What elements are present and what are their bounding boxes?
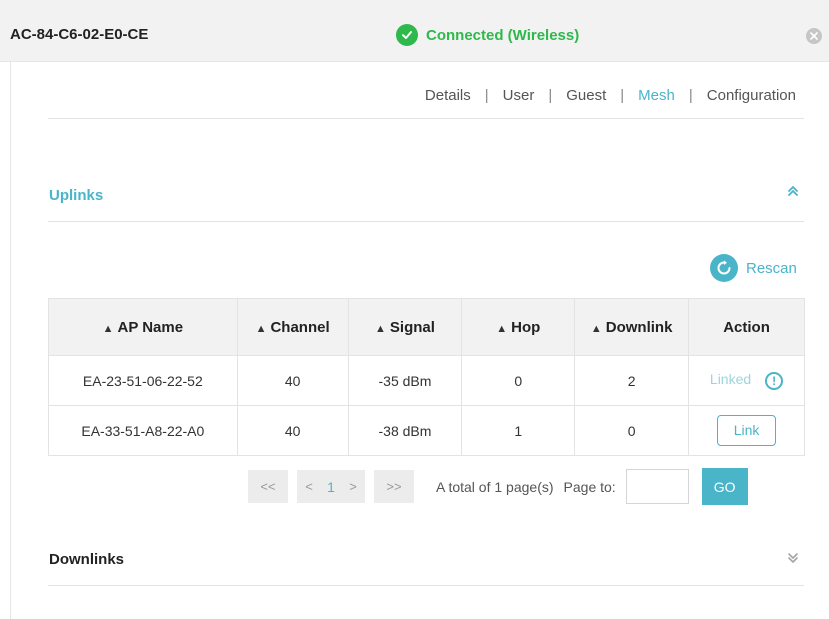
channel-cell: 40 (236, 405, 349, 456)
link-button[interactable]: Link (717, 415, 777, 446)
connection-status-text: Connected (Wireless) (426, 26, 580, 44)
go-button[interactable]: GO (701, 468, 748, 505)
tab-user[interactable]: User (503, 87, 535, 104)
downlinks-title[interactable]: Downlinks (49, 551, 124, 568)
uplinks-title[interactable]: Uplinks (49, 187, 103, 204)
action-cell: Linked! (688, 355, 805, 406)
sort-icon: ▲︎ (255, 322, 267, 335)
tab-details[interactable]: Details (425, 87, 471, 104)
signal-cell: -38 dBm (347, 405, 463, 456)
tab-configuration[interactable]: Configuration (707, 87, 796, 104)
sort-icon: ▲︎ (496, 322, 508, 335)
page-total-text: A total of 1 page(s) (436, 478, 554, 495)
check-circle-icon (396, 24, 418, 46)
current-page-number[interactable]: 1 (321, 479, 341, 495)
pagination: << < 1 > >> A total of 1 page(s) Page to… (248, 468, 748, 505)
page-nav-group: < 1 > (297, 470, 365, 503)
tabs-divider (48, 118, 804, 119)
ap-name-cell: EA-33-51-A8-22-A0 (48, 405, 238, 456)
column-header-hop[interactable]: ▲︎ Hop (461, 298, 576, 356)
sort-icon: ▲︎ (590, 322, 602, 335)
column-header-downlink[interactable]: ▲︎ Downlink (574, 298, 690, 356)
device-name: AC-84-C6-02-E0-CE (10, 26, 149, 43)
column-header-signal[interactable]: ▲︎ Signal (347, 298, 463, 356)
chevron-double-down-icon[interactable] (786, 551, 800, 565)
signal-cell: -35 dBm (347, 355, 463, 406)
downlink-cell: 2 (574, 355, 690, 406)
hop-cell: 1 (461, 405, 576, 456)
column-header-action: Action (688, 298, 805, 356)
tab-mesh[interactable]: Mesh (638, 87, 675, 104)
tab-guest[interactable]: Guest (566, 87, 606, 104)
table-row: EA-23-51-06-22-52 40 -35 dBm 0 2 Linked! (48, 355, 805, 406)
info-circle-icon[interactable]: ! (765, 371, 784, 390)
uplinks-table: ▲︎ AP Name ▲︎ Channel ▲︎ Signal ▲︎ Hop ▲︎ Dow… (48, 298, 805, 456)
page-number-input[interactable] (625, 469, 689, 504)
prev-page-button[interactable]: < (297, 470, 321, 503)
tab-bar: Details | User | Guest | Mesh | Configur… (425, 87, 796, 104)
tab-separator: | (620, 87, 625, 104)
tab-separator: | (688, 87, 693, 104)
tab-separator: | (484, 87, 489, 104)
action-cell: Link (688, 405, 805, 456)
rescan-button[interactable]: Rescan (710, 254, 797, 282)
device-header: AC-84-C6-02-E0-CE Connected (Wireless) (0, 0, 829, 62)
next-page-button[interactable]: > (341, 470, 365, 503)
linked-status: Linked (709, 371, 752, 388)
downlink-cell: 0 (574, 405, 690, 456)
connection-status: Connected (Wireless) (396, 24, 579, 46)
sort-icon: ▲︎ (375, 322, 386, 335)
panel-left-border (10, 62, 11, 619)
page-to-label: Page to: (563, 478, 616, 495)
ap-name-cell: EA-23-51-06-22-52 (48, 355, 238, 406)
refresh-icon (710, 254, 738, 282)
channel-cell: 40 (236, 355, 349, 406)
downlinks-divider (48, 585, 804, 586)
close-icon[interactable] (806, 28, 822, 44)
last-page-button[interactable]: >> (374, 470, 414, 503)
column-header-channel[interactable]: ▲︎ Channel (236, 298, 349, 356)
sort-icon: ▲︎ (102, 322, 114, 335)
chevron-double-up-icon[interactable] (786, 184, 800, 198)
table-header-row: ▲︎ AP Name ▲︎ Channel ▲︎ Signal ▲︎ Hop ▲︎ Dow… (48, 298, 805, 356)
uplinks-divider (48, 221, 804, 222)
rescan-label: Rescan (746, 259, 797, 277)
tab-separator: | (548, 87, 553, 104)
hop-cell: 0 (461, 355, 576, 406)
table-row: EA-33-51-A8-22-A0 40 -38 dBm 1 0 Link (48, 405, 805, 456)
first-page-button[interactable]: << (248, 470, 288, 503)
column-header-ap-name[interactable]: ▲︎ AP Name (48, 298, 238, 356)
